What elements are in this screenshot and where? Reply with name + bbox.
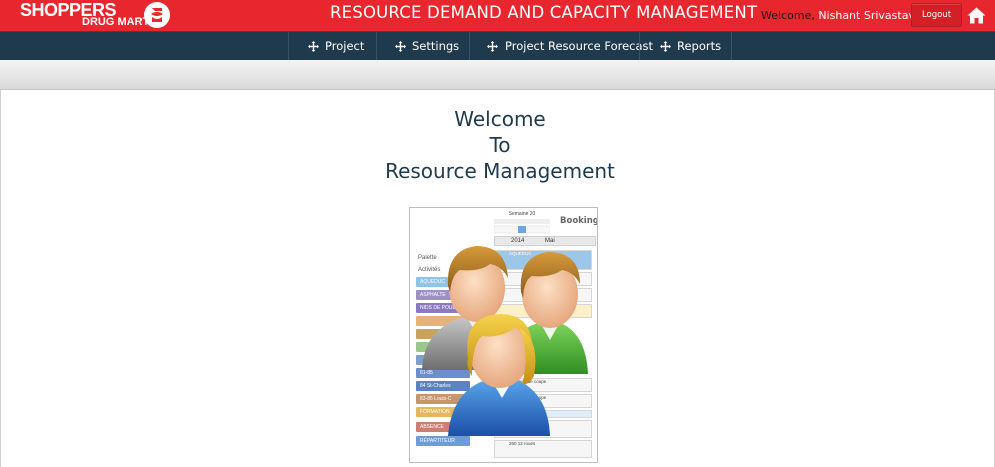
move-icon [308,41,319,52]
move-icon [395,41,406,52]
main-navbar: Project Settings Project Resource Foreca… [0,31,995,61]
user-name: Nishant Srivastava [818,9,922,22]
app-title: RESOURCE DEMAND AND CAPACITY MANAGEMENT [330,3,758,22]
nav-label: Reports [677,39,722,53]
nav-item-settings[interactable]: Settings [376,32,469,61]
welcome-heading-line1: Welcome [454,107,546,131]
sub-toolbar [0,60,995,90]
nav-label: Settings [412,39,460,53]
nav-item-project-resource-forecast[interactable]: Project Resource Forecast [469,32,653,61]
welcome-label: Welcome, [761,9,815,22]
move-icon [487,41,498,52]
people-group-icon [422,246,588,436]
nav-label: Project Resource Forecast [505,39,654,53]
logo-text-line2: DRUG MART [82,16,150,28]
nav-label: Project [325,39,365,53]
logout-button[interactable]: Logout [911,3,962,27]
welcome-heading-line2: To [489,133,511,157]
welcome-message: Welcome, Nishant Srivastava [761,9,922,22]
top-header: SHOPPERS DRUG MART RESOURCE DEMAND AND C… [0,0,995,31]
shoppers-drug-mart-logo[interactable]: SHOPPERS DRUG MART [20,1,170,30]
pharmacy-mark-icon [144,2,170,28]
move-icon [660,41,671,52]
nav-item-project[interactable]: Project [288,32,376,61]
welcome-heading-line3: Resource Management [385,159,615,183]
home-icon[interactable] [967,7,986,24]
resource-management-illustration: Semaine 20 Booking 2014 Mai Palette Acti… [409,207,598,463]
nav-item-reports[interactable]: Reports [639,32,732,61]
